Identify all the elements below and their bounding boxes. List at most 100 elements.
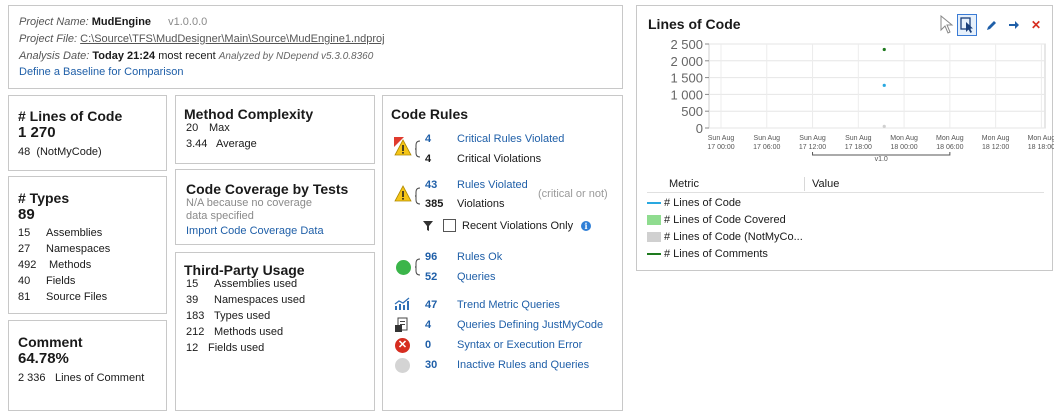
syntax-error-link[interactable]: Syntax or Execution Error — [457, 339, 582, 351]
thirdparty-row-label: Methods used — [214, 326, 284, 338]
types-row: 40 Fields — [18, 275, 75, 287]
types-row-label: Fields — [46, 275, 76, 287]
thirdparty-row-num: 15 — [186, 278, 199, 290]
project-file-link[interactable]: C:\Source\TFS\MudDesigner\Main\Source\Mu… — [80, 33, 384, 45]
legend-label: # Lines of Code Covered — [664, 214, 786, 226]
y-tick-label: 1 500 — [670, 71, 703, 86]
legend-item[interactable]: # Lines of Code (NotMyCo... — [647, 231, 803, 243]
thirdparty-row-label: Types used — [214, 310, 271, 322]
trend-metric-num[interactable]: 47 — [425, 299, 437, 311]
thirdparty-row: 15 Assemblies used — [186, 278, 297, 290]
justmycode-link[interactable]: Queries Defining JustMyCode — [457, 319, 603, 331]
navigate-button[interactable] — [1004, 14, 1024, 36]
lines-of-code-panel: # Lines of Code 1 270 48 (NotMyCode) — [8, 95, 167, 171]
y-tick-label: 2 000 — [670, 54, 703, 69]
thirdparty-row-label: Namespaces used — [214, 294, 306, 306]
select-cursor-icon — [960, 17, 973, 33]
legend-item[interactable]: # Lines of Comments — [647, 248, 768, 260]
syntax-error-num[interactable]: 0 — [425, 339, 431, 351]
y-tick-label: 2 500 — [670, 37, 703, 52]
y-tick-label: 0 — [696, 121, 703, 136]
legend-item[interactable]: # Lines of Code Covered — [647, 214, 786, 226]
x-tick-label: 18 00:00 — [890, 144, 917, 151]
legend-item[interactable]: # Lines of Code — [647, 197, 741, 209]
queries-num[interactable]: 52 — [425, 271, 437, 283]
x-tick-label: 17 18:00 — [845, 144, 872, 151]
critical-rules-link[interactable]: Critical Rules Violated — [457, 133, 564, 145]
cursor-icon[interactable] — [940, 15, 954, 35]
complexity-avg: 3.44 Average — [186, 138, 257, 150]
y-tick-label: 500 — [681, 104, 703, 119]
bracket-icon — [415, 258, 421, 276]
project-name-row: Project Name: MudEngine v1.0.0.0 — [19, 16, 207, 28]
types-row: 15 Assemblies — [18, 227, 102, 239]
define-baseline-link[interactable]: Define a Baseline for Comparison — [19, 66, 183, 78]
thirdparty-row-num: 183 — [186, 310, 205, 322]
thirdparty-row: 39 Namespaces used — [186, 294, 305, 306]
project-version: v1.0.0.0 — [168, 16, 208, 28]
info-icon[interactable]: i — [581, 221, 591, 231]
critical-rules-num[interactable]: 4 — [425, 133, 431, 145]
critical-warning-icon — [394, 137, 412, 156]
analysis-date-row: Analysis Date: Today 21:24 most recent A… — [19, 50, 373, 62]
coverage-note-1: N/A because no coverage — [186, 197, 312, 209]
warning-icon — [394, 185, 412, 202]
data-point — [882, 124, 886, 128]
coverage-title: Code Coverage by Tests — [186, 181, 349, 197]
method-complexity-panel: Method Complexity 20 Max 3.44 Average — [175, 95, 375, 164]
thirdparty-row-label: Fields used — [208, 342, 265, 354]
legend-label: # Lines of Code — [664, 197, 742, 209]
inactive-rules-num[interactable]: 30 — [425, 359, 437, 371]
types-row-label: Assemblies — [46, 227, 103, 239]
plot-area — [708, 43, 1046, 129]
rules-violated-link[interactable]: Rules Violated — [457, 179, 528, 191]
thirdparty-row-label: Assemblies used — [214, 278, 298, 290]
project-name-label: Project Name: — [19, 16, 89, 28]
x-tick-label: 17 06:00 — [753, 144, 780, 151]
inactive-icon — [395, 358, 410, 373]
comment-lines-label: Lines of Comment — [55, 372, 145, 384]
x-tick-label: Sun Aug — [799, 135, 826, 142]
recent-violations-label[interactable]: Recent Violations Only — [462, 220, 573, 232]
types-title: # Types — [18, 190, 70, 206]
data-point — [882, 47, 886, 52]
justmycode-num[interactable]: 4 — [425, 319, 431, 331]
violations-num: 385 — [425, 198, 444, 210]
lines-of-code-chart: 2 500 2 000 1 5001 000 500 0 Sun Aug 17 00:00 S… — [670, 37, 1054, 163]
project-file-label: Project File: — [19, 33, 78, 45]
metric-column-header[interactable]: Metric — [669, 178, 699, 190]
critical-violations-num: 4 — [425, 153, 432, 165]
legend-swatch — [647, 215, 661, 226]
trend-chart-icon — [394, 297, 410, 310]
edit-button[interactable] — [982, 14, 1002, 36]
rules-violated-note: (critical or not) — [538, 188, 608, 200]
types-panel: # Types 89 15 Assemblies 27 Namespaces 492… — [8, 176, 167, 314]
trend-metric-link[interactable]: Trend Metric Queries — [457, 299, 560, 311]
inactive-rules-link[interactable]: Inactive Rules and Queries — [457, 359, 589, 371]
rules-ok-num[interactable]: 96 — [425, 251, 437, 263]
queries-link[interactable]: Queries — [457, 271, 496, 283]
value-column-header[interactable]: Value — [812, 178, 839, 190]
legend-swatch — [647, 232, 661, 243]
loc-value: 1 270 — [18, 124, 56, 141]
filter-icon — [423, 221, 433, 231]
select-tool-button[interactable] — [957, 14, 977, 36]
rules-violated-num[interactable]: 43 — [425, 179, 437, 191]
import-coverage-link[interactable]: Import Code Coverage Data — [186, 225, 324, 237]
close-button[interactable]: ✕ — [1026, 14, 1046, 36]
rules-ok-link[interactable]: Rules Ok — [457, 251, 502, 263]
comment-title: Comment — [18, 334, 83, 350]
code-rules-panel: Code Rules 4 Critical Rules Violated 4 C… — [382, 95, 623, 411]
x-tick-label: Mon Aug — [1028, 135, 1054, 142]
version-bracket — [812, 152, 951, 156]
thirdparty-row: 212 Methods used — [186, 326, 283, 338]
recent-violations-checkbox[interactable] — [443, 219, 456, 232]
types-row: 81 Source Files — [18, 291, 107, 303]
chart-panel-title: Lines of Code — [648, 16, 741, 32]
types-row: 27 Namespaces — [18, 243, 110, 255]
project-file-row: Project File: C:\Source\TFS\MudDesigner\… — [19, 33, 385, 45]
complexity-max-label: Max — [209, 122, 230, 134]
coverage-note-2: data specified — [186, 210, 254, 222]
types-row: 492 Methods — [18, 259, 91, 271]
types-row-label: Namespaces — [46, 243, 111, 255]
